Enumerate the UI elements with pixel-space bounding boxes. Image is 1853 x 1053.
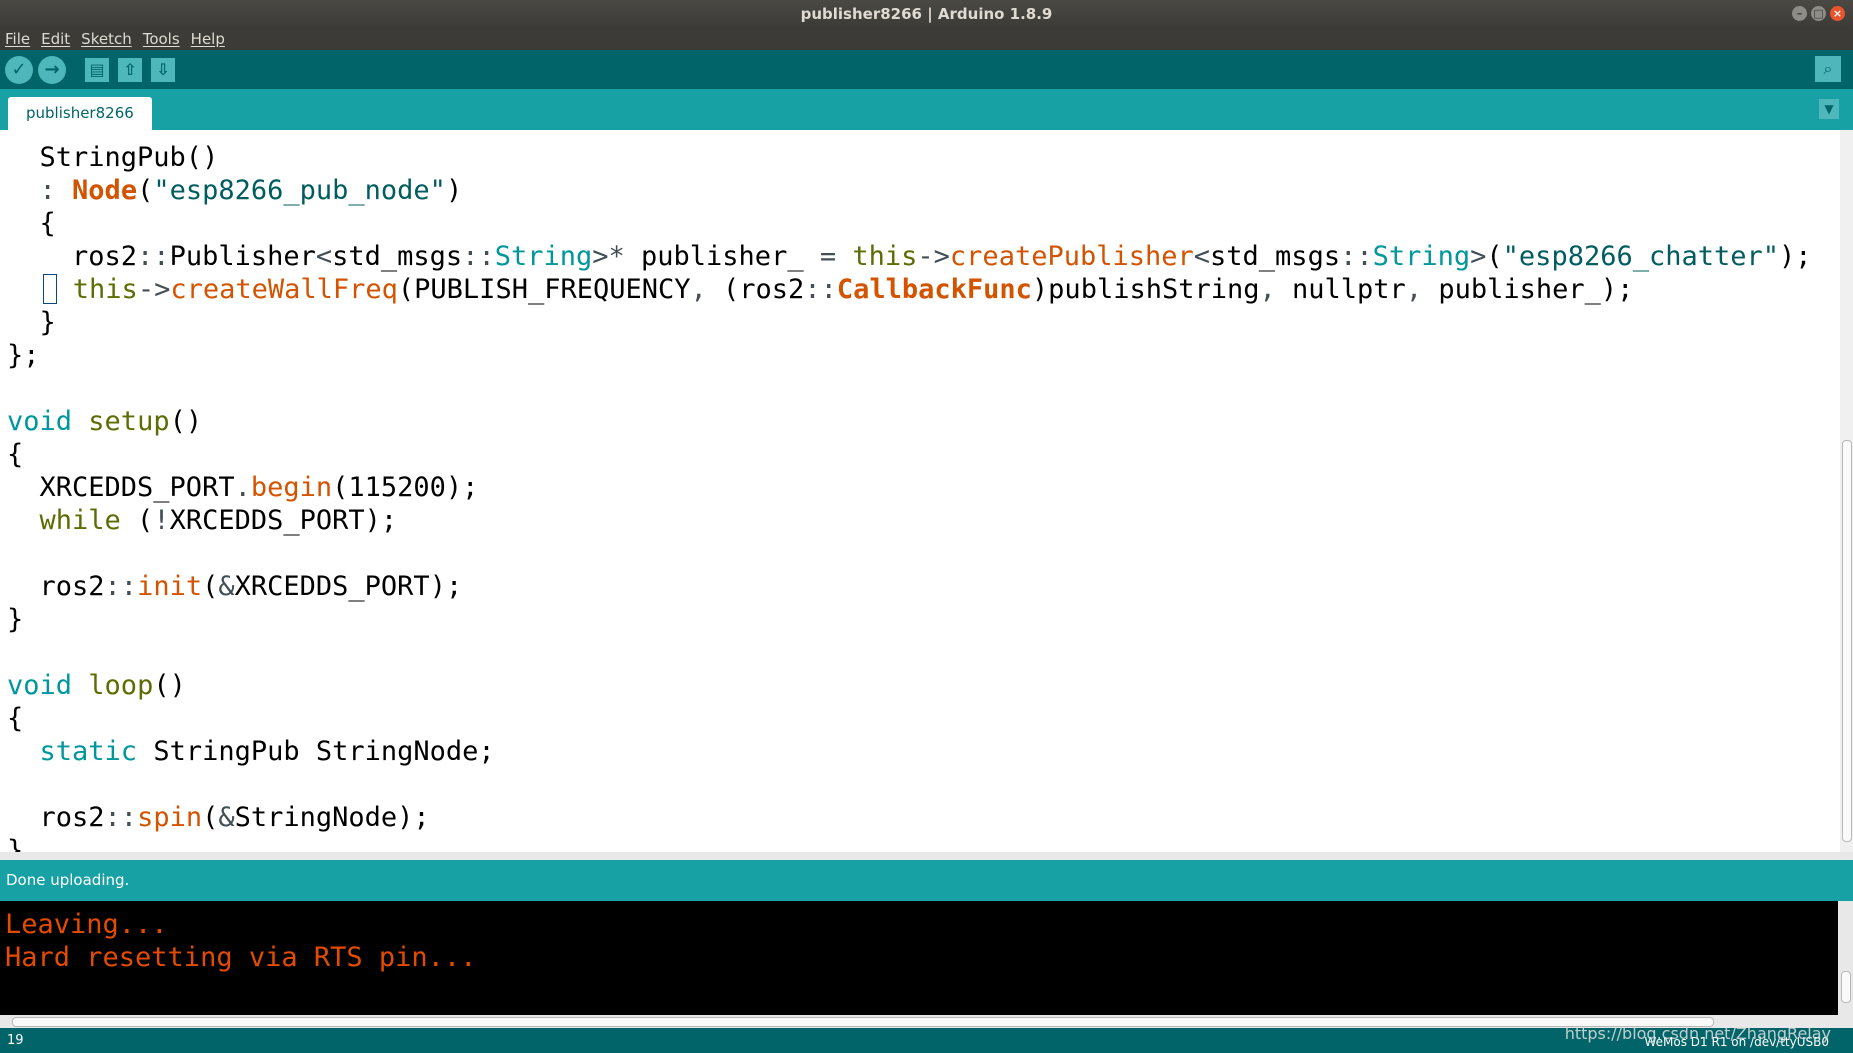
console-line: Leaving... <box>5 909 168 940</box>
panel-divider[interactable] <box>0 852 1853 860</box>
menu-edit[interactable]: Edit <box>36 30 76 48</box>
tab-menu-chevron-down-icon[interactable]: ▼ <box>1819 99 1839 119</box>
editor-scrollbar[interactable] <box>1840 130 1853 852</box>
console-horizontal-scrollbar-thumb[interactable] <box>12 1017 1714 1027</box>
menu-tools[interactable]: Tools <box>138 30 186 48</box>
save-sketch-icon[interactable]: ⇩ <box>151 57 175 82</box>
tab-publisher8266[interactable]: publisher8266 <box>8 97 152 130</box>
line-number: 19 <box>7 1033 24 1048</box>
serial-monitor-icon[interactable]: ⌕ <box>1815 56 1841 82</box>
menu-sketch[interactable]: Sketch <box>76 30 138 48</box>
console-line: Hard resetting via RTS pin... <box>5 942 477 973</box>
window-controls: – □ × <box>1792 6 1845 21</box>
status-message: Done uploading. <box>6 871 130 889</box>
watermark: https://blog.csdn.net/ZhangRelay <box>1564 1024 1831 1043</box>
minimize-icon[interactable]: – <box>1792 6 1807 21</box>
code-editor[interactable]: StringPub() : Node("esp8266_pub_node") {… <box>0 130 1840 852</box>
console-output[interactable]: Leaving... Hard resetting via RTS pin... <box>0 901 1838 1015</box>
menu-bar: File Edit Sketch Tools Help <box>0 28 1853 50</box>
new-sketch-icon[interactable]: ▤ <box>85 57 109 82</box>
open-sketch-icon[interactable]: ⇧ <box>118 57 142 82</box>
code-text: StringPub() : Node("esp8266_pub_node") {… <box>7 142 1812 852</box>
menu-file[interactable]: File <box>0 30 36 48</box>
text-caret <box>42 274 57 304</box>
upload-icon[interactable]: → <box>38 55 66 84</box>
window-titlebar: publisher8266 | Arduino 1.8.9 – □ × <box>0 0 1853 28</box>
verify-icon[interactable]: ✓ <box>5 55 33 84</box>
toolbar: ✓ → ▤ ⇧ ⇩ ⌕ <box>0 50 1853 89</box>
console-vertical-scrollbar-thumb[interactable] <box>1841 971 1851 1003</box>
footer-bar: 19 WeMos D1 R1 on /dev/ttyUSB0 https://b… <box>0 1024 1853 1053</box>
tab-bar: publisher8266 ▼ <box>0 89 1853 130</box>
menu-help[interactable]: Help <box>186 30 231 48</box>
close-icon[interactable]: × <box>1830 6 1845 21</box>
console-vertical-scrollbar[interactable] <box>1838 901 1853 1015</box>
window-title: publisher8266 | Arduino 1.8.9 <box>800 5 1053 23</box>
maximize-icon[interactable]: □ <box>1811 6 1826 21</box>
status-bar: Done uploading. <box>0 860 1853 901</box>
editor-scrollbar-thumb[interactable] <box>1842 440 1852 842</box>
